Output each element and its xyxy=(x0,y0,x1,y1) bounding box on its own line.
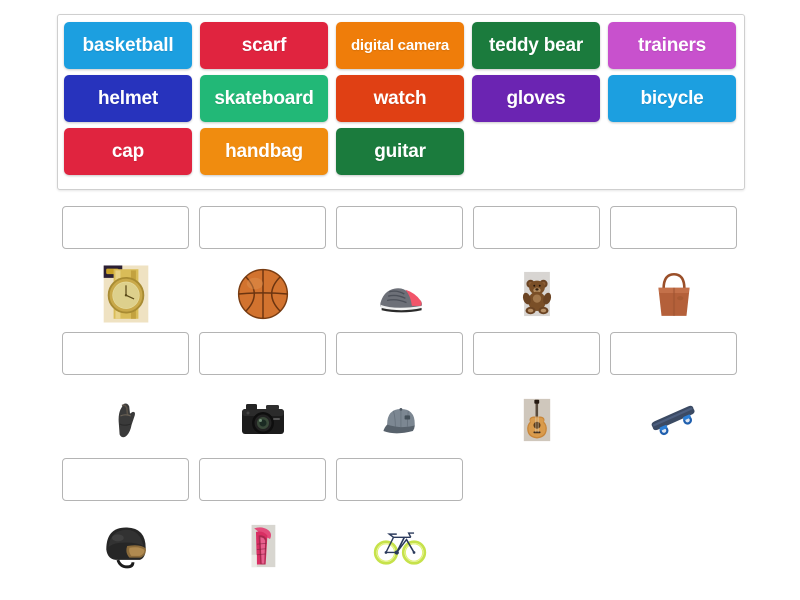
answer-row xyxy=(57,332,747,458)
word-bank-row: helmet skateboard watch gloves bicycle xyxy=(64,75,738,125)
skateboard-image xyxy=(610,383,737,457)
answer-cell xyxy=(194,332,331,458)
answer-drop-box-watch[interactable] xyxy=(62,206,189,249)
word-bank-panel: basketball scarf digital camera teddy bear t… xyxy=(57,14,745,190)
answer-drop-box-skateboard[interactable] xyxy=(610,332,737,375)
cap-image xyxy=(336,383,463,457)
word-tile-watch[interactable]: watch xyxy=(336,75,464,122)
digital-camera-image xyxy=(199,383,326,457)
handbag-image xyxy=(610,257,737,331)
answer-cell xyxy=(331,206,468,332)
answer-row xyxy=(57,206,747,332)
answer-drop-box-gloves[interactable] xyxy=(62,332,189,375)
answer-drop-box-cap[interactable] xyxy=(336,332,463,375)
answer-drop-box-helmet[interactable] xyxy=(62,458,189,501)
answer-drop-box-scarf[interactable] xyxy=(199,458,326,501)
answer-drop-box-guitar[interactable] xyxy=(473,332,600,375)
word-tile-handbag[interactable]: handbag xyxy=(200,128,328,175)
word-tile-cap[interactable]: cap xyxy=(64,128,192,175)
answer-cell xyxy=(194,458,331,584)
answer-cell xyxy=(194,206,331,332)
answer-cell xyxy=(57,206,194,332)
word-tile-teddy-bear[interactable]: teddy bear xyxy=(472,22,600,69)
answer-cell xyxy=(331,332,468,458)
answer-cell xyxy=(605,206,742,332)
teddy-bear-image xyxy=(473,257,600,331)
answer-drop-box-bicycle[interactable] xyxy=(336,458,463,501)
answer-cell xyxy=(468,206,605,332)
answer-cell xyxy=(57,458,194,584)
scarf-image xyxy=(199,509,326,583)
answer-drop-box-handbag[interactable] xyxy=(610,206,737,249)
answer-drop-box-basketball[interactable] xyxy=(199,206,326,249)
basketball-image xyxy=(199,257,326,331)
answer-cell xyxy=(331,458,468,584)
answer-grid xyxy=(57,206,747,584)
word-tile-gloves[interactable]: gloves xyxy=(472,75,600,122)
word-tile-scarf[interactable]: scarf xyxy=(200,22,328,69)
trainers-image xyxy=(336,257,463,331)
watch-image xyxy=(62,257,189,331)
answer-drop-box-teddy-bear[interactable] xyxy=(473,206,600,249)
answer-cell xyxy=(468,332,605,458)
helmet-image xyxy=(62,509,189,583)
word-tile-trainers[interactable]: trainers xyxy=(608,22,736,69)
word-tile-digital-camera[interactable]: digital camera xyxy=(336,22,464,69)
gloves-image xyxy=(62,383,189,457)
word-bank-row: cap handbag guitar xyxy=(64,128,738,178)
answer-cell xyxy=(605,332,742,458)
word-bank-row: basketball scarf digital camera teddy bear t… xyxy=(64,22,738,72)
word-tile-helmet[interactable]: helmet xyxy=(64,75,192,122)
answer-row xyxy=(57,458,747,584)
answer-cell xyxy=(57,332,194,458)
guitar-image xyxy=(473,383,600,457)
answer-drop-box-trainers[interactable] xyxy=(336,206,463,249)
word-tile-guitar[interactable]: guitar xyxy=(336,128,464,175)
answer-drop-box-digital-camera[interactable] xyxy=(199,332,326,375)
bicycle-image xyxy=(336,509,463,583)
word-tile-skateboard[interactable]: skateboard xyxy=(200,75,328,122)
word-tile-bicycle[interactable]: bicycle xyxy=(608,75,736,122)
word-tile-basketball[interactable]: basketball xyxy=(64,22,192,69)
